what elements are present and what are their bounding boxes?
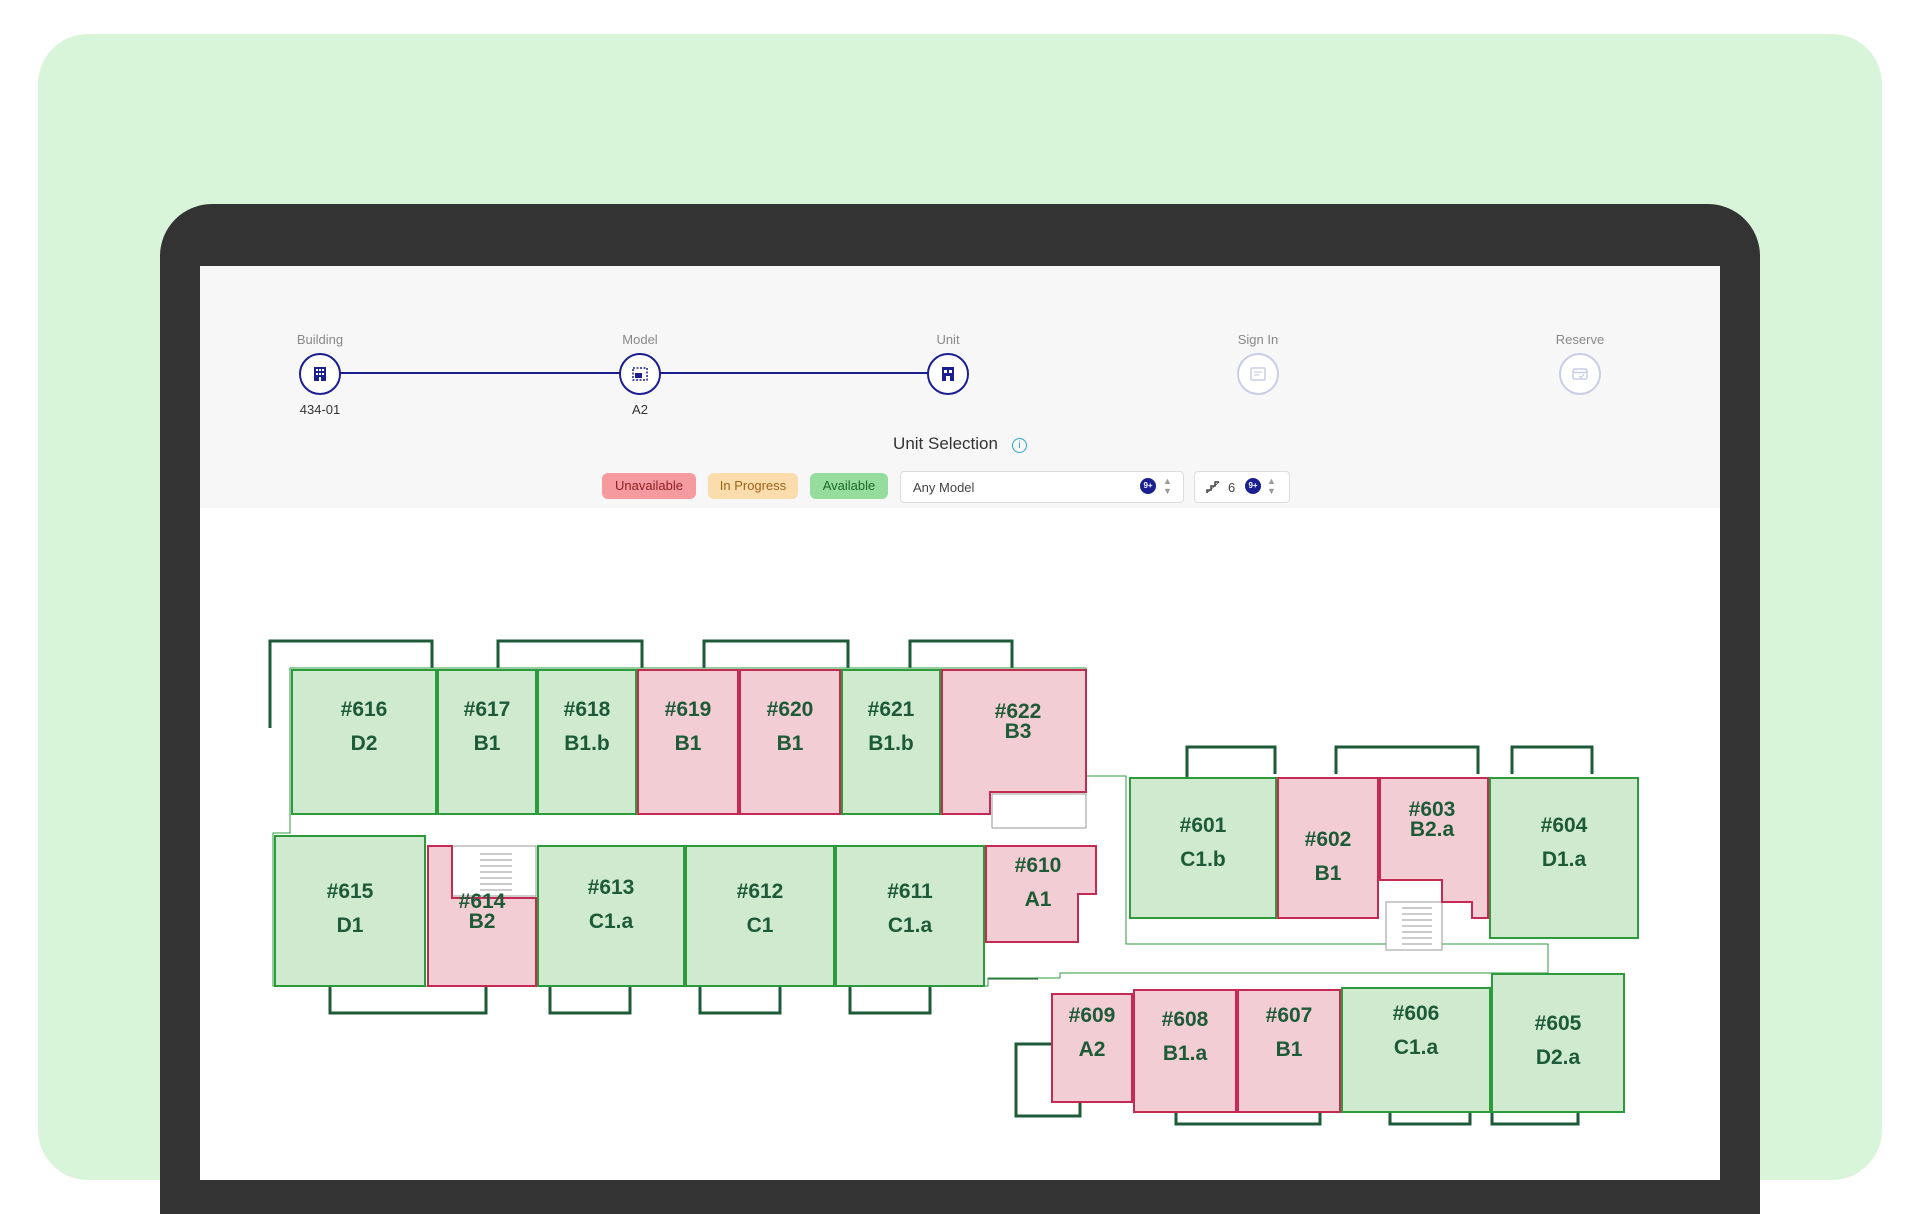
step-title: Reserve <box>1555 332 1605 347</box>
legend-unavailable: Unavailable <box>602 473 696 499</box>
unit-605[interactable]: #605 D2.a <box>1491 973 1625 1113</box>
unit-number: #608 <box>1162 1008 1209 1031</box>
model-count-badge: 9+ <box>1140 478 1156 494</box>
unit-model: A1 <box>1025 888 1052 911</box>
unit-model: B1 <box>1315 862 1342 885</box>
unit-number: #618 <box>564 698 611 721</box>
unit-621[interactable]: #621 B1.b <box>841 669 941 815</box>
unit-model: C1.a <box>888 914 933 937</box>
unit-number: #616 <box>341 698 388 721</box>
reservation-stepper-header: Building 434-01 Model A2 Unit Sign In Re… <box>200 266 1720 508</box>
unit-model: B1.a <box>1163 1042 1208 1065</box>
chevron-updown-icon: ▲ ▼ <box>1163 476 1172 496</box>
apartment-icon[interactable] <box>927 353 969 395</box>
payment-card-icon[interactable] <box>1559 353 1601 395</box>
unit-model: C1.a <box>1394 1036 1439 1059</box>
unit-number: #617 <box>464 698 511 721</box>
floor-filter-value: 6 <box>1228 480 1236 495</box>
floor-filter-select[interactable]: 6 9+ ▲ ▼ <box>1194 471 1290 503</box>
unit-model: C1 <box>747 914 774 937</box>
unit-model: B1 <box>675 732 702 755</box>
unit-607[interactable]: #607 B1 <box>1237 989 1341 1113</box>
signin-form-icon[interactable] <box>1237 353 1279 395</box>
unit-number: #619 <box>665 698 712 721</box>
floor-count-badge: 9+ <box>1245 478 1261 494</box>
unit-613[interactable]: #613 C1.a <box>537 845 685 987</box>
units-layer: #616 D2 #617 B1 #618 B1.b #619 B1 #620 B1 #621 B1.b… <box>274 669 1639 1113</box>
unit-model: A2 <box>1079 1038 1106 1061</box>
unit-model: B1.b <box>564 732 610 755</box>
unit-number: #601 <box>1180 814 1227 837</box>
unit-611[interactable]: #611 C1.a <box>835 845 985 987</box>
unit-selection-heading: Unit Selection i <box>200 434 1720 454</box>
unit-number: #612 <box>737 880 784 903</box>
step-title: Building <box>296 332 344 347</box>
unit-number: #606 <box>1393 1002 1440 1025</box>
legend-available: Available <box>810 473 888 499</box>
unit-number: #607 <box>1266 1004 1313 1027</box>
unit-606[interactable]: #606 C1.a <box>1341 987 1491 1113</box>
unit-603[interactable]: #603B2.a <box>1379 777 1489 919</box>
unit-number: #620 <box>767 698 814 721</box>
unit-model: B1 <box>1276 1038 1303 1061</box>
unit-619[interactable]: #619 B1 <box>637 669 739 815</box>
model-filter-select[interactable]: Any Model 9+ ▲ ▼ <box>900 471 1184 503</box>
legend-in-progress: In Progress <box>708 473 798 499</box>
unit-number: #610 <box>1015 854 1062 877</box>
unit-model: B2 <box>469 910 496 933</box>
stairs-icon <box>1205 479 1221 498</box>
unit-615[interactable]: #615 D1 <box>274 835 426 987</box>
unit-number: #605 <box>1535 1012 1582 1035</box>
unit-model: B2.a <box>1410 818 1455 841</box>
floorplan-icon[interactable] <box>619 353 661 395</box>
step-title: Model <box>622 332 658 347</box>
unit-shape[interactable] <box>1491 973 1625 1113</box>
info-icon[interactable]: i <box>1011 438 1027 453</box>
floor-plan: #616 D2 #617 B1 #618 B1.b #619 B1 #620 B1 #621 B1.b… <box>268 639 1639 1126</box>
unit-number: #602 <box>1305 828 1352 851</box>
unit-number: #611 <box>887 880 933 903</box>
building-icon[interactable] <box>299 353 341 395</box>
model-filter-value: Any Model <box>913 480 975 495</box>
unit-609[interactable]: #609 A2 <box>1051 993 1133 1103</box>
unit-number: #621 <box>868 698 915 721</box>
unit-616[interactable]: #616 D2 <box>291 669 437 815</box>
unit-number: #609 <box>1069 1004 1116 1027</box>
step-title: Unit <box>936 332 960 347</box>
unit-618[interactable]: #618 B1.b <box>537 669 637 815</box>
unit-model: D2 <box>351 732 378 755</box>
step-value: 434-01 <box>299 402 341 417</box>
unit-model: D1 <box>337 914 364 937</box>
unit-622[interactable]: #622B3 <box>941 669 1087 815</box>
unit-number: #615 <box>327 880 374 903</box>
unit-model: D1.a <box>1542 848 1587 871</box>
step-title: Sign In <box>1237 332 1279 347</box>
section-title: Unit Selection <box>893 434 998 453</box>
unit-608[interactable]: #608 B1.a <box>1133 989 1237 1113</box>
unit-model: B1 <box>777 732 804 755</box>
unit-612[interactable]: #612 C1 <box>685 845 835 987</box>
unit-number: #604 <box>1541 814 1588 837</box>
unit-617[interactable]: #617 B1 <box>437 669 537 815</box>
unit-model: B3 <box>1005 720 1032 743</box>
unit-model: C1.a <box>589 910 634 933</box>
unit-model: C1.b <box>1180 848 1226 871</box>
unit-601[interactable]: #601 C1.b <box>1129 777 1277 919</box>
unit-604[interactable]: #604 D1.a <box>1489 777 1639 939</box>
unit-model: D2.a <box>1536 1046 1581 1069</box>
unit-620[interactable]: #620 B1 <box>739 669 841 815</box>
unit-number: #613 <box>588 876 635 899</box>
step-value: A2 <box>632 402 648 417</box>
unit-602[interactable]: #602 B1 <box>1277 777 1379 919</box>
chevron-updown-icon: ▲ ▼ <box>1267 476 1276 496</box>
unit-shape[interactable] <box>274 835 426 987</box>
unit-model: B1 <box>474 732 501 755</box>
app-screen: Building 434-01 Model A2 Unit Sign In Re… <box>200 266 1720 1180</box>
unit-model: B1.b <box>868 732 914 755</box>
